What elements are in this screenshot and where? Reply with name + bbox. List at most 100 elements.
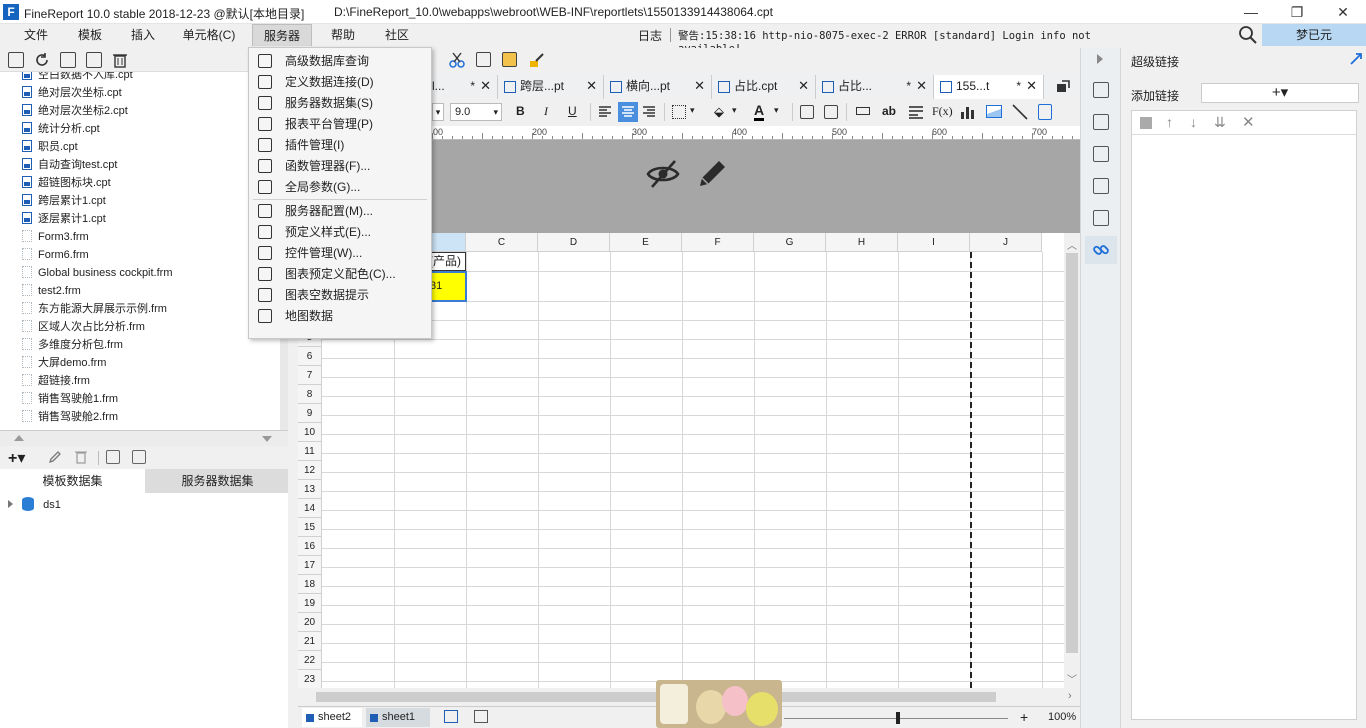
scroll-right-icon[interactable]: › (1068, 690, 1072, 702)
vertical-scroll-thumb[interactable] (1066, 253, 1078, 653)
server-menu-item[interactable]: 图表空数据提示 (249, 285, 431, 306)
server-menu-item[interactable]: 高级数据库查询 (249, 51, 431, 72)
delete-icon[interactable] (112, 52, 128, 68)
align-right-icon[interactable] (642, 105, 656, 119)
server-menu-item[interactable]: 插件管理(I) (249, 135, 431, 156)
row-header[interactable]: 22 (298, 651, 322, 670)
float-element-icon[interactable] (1093, 146, 1109, 162)
file-tree-item[interactable]: Global business cockpit.frm (22, 264, 173, 282)
border-dropdown-icon[interactable]: ▾ (690, 105, 695, 116)
condition-attribute-icon[interactable] (1093, 210, 1109, 226)
text-icon[interactable]: ab (882, 104, 896, 118)
widget-settings-icon[interactable] (1093, 178, 1109, 194)
file-tree-item[interactable]: test2.frm (22, 282, 81, 300)
server-menu-item[interactable]: 图表预定义配色(C)... (249, 264, 431, 285)
row-header[interactable]: 8 (298, 385, 322, 404)
server-menu-item[interactable]: 地图数据 (249, 306, 431, 327)
cell-element-icon[interactable] (1093, 82, 1109, 98)
menu-server[interactable]: 服务器 (252, 24, 312, 46)
column-header[interactable]: E (610, 233, 682, 252)
cut-icon[interactable] (448, 51, 466, 69)
expand-panel-icon[interactable] (1097, 54, 1103, 64)
insert-chart-icon[interactable] (960, 104, 976, 120)
file-tree-item[interactable]: 职员.cpt (22, 138, 78, 156)
add-dataset-button[interactable]: +▾ (8, 448, 25, 468)
minimize-button[interactable]: — (1228, 0, 1274, 24)
sub-report-icon[interactable] (1038, 104, 1052, 120)
row-header[interactable]: 14 (298, 499, 322, 518)
move-up-icon[interactable]: ↑ (1166, 114, 1173, 130)
unmerge-cells-icon[interactable] (824, 105, 838, 119)
row-header[interactable]: 16 (298, 537, 322, 556)
close-tab-icon[interactable]: ✕ (480, 75, 491, 97)
collapse-panel-icon[interactable] (1349, 52, 1363, 66)
scroll-down-icon[interactable]: ﹀ (1067, 671, 1077, 686)
server-menu-item[interactable]: 预定义样式(E)... (249, 222, 431, 243)
edit-pencil-icon[interactable] (696, 156, 730, 190)
menu-file[interactable]: 文件 (14, 24, 58, 46)
close-tab-icon[interactable]: ✕ (798, 75, 809, 97)
vertical-scrollbar[interactable]: ︿ ﹀ (1064, 233, 1080, 688)
dataset-settings-icon[interactable] (132, 450, 146, 464)
tree-splitter[interactable] (0, 430, 290, 446)
file-tree-item[interactable]: 多维度分析包.frm (22, 336, 123, 354)
server-menu-item[interactable]: 控件管理(W)... (249, 243, 431, 264)
paste-icon[interactable] (502, 52, 517, 67)
slash-line-icon[interactable] (1012, 104, 1028, 120)
expand-icon[interactable] (8, 500, 13, 508)
text-field-icon[interactable] (856, 107, 870, 115)
font-size-select[interactable]: 9.0 ▾ (450, 103, 502, 121)
bold-button[interactable]: B (516, 104, 525, 118)
sheet-tab-sheet1[interactable]: sheet1 (366, 708, 430, 727)
file-tree-item[interactable]: 区域人次占比分析.frm (22, 318, 145, 336)
cell-attribute-icon[interactable] (1093, 114, 1109, 130)
fill-dropdown-icon[interactable]: ▾ (732, 105, 737, 116)
close-tab-icon[interactable]: ✕ (916, 75, 927, 97)
column-header[interactable]: C (466, 233, 538, 252)
merge-cells-icon[interactable] (800, 105, 814, 119)
close-tab-icon[interactable]: ✕ (586, 75, 597, 97)
restore-button[interactable]: ❐ (1274, 0, 1320, 24)
server-menu-item[interactable]: 报表平台管理(P) (249, 114, 431, 135)
column-header[interactable]: H (826, 233, 898, 252)
menu-cell[interactable]: 单元格(C) (176, 24, 242, 46)
menu-community[interactable]: 社区 (375, 24, 419, 46)
move-down-icon[interactable]: ↓ (1190, 114, 1197, 130)
row-header[interactable]: 6 (298, 347, 322, 366)
server-menu-item[interactable]: 服务器配置(M)... (249, 201, 431, 222)
file-tree-item[interactable]: Form3.frm (22, 228, 89, 246)
column-header[interactable]: G (754, 233, 826, 252)
dataset-item[interactable]: ds1 (8, 497, 61, 511)
column-header[interactable]: I (898, 233, 970, 252)
scroll-up-icon[interactable]: ︿ (1067, 237, 1077, 252)
font-color-dropdown-icon[interactable]: ▾ (774, 105, 779, 116)
menu-template[interactable]: 模板 (68, 24, 112, 46)
row-header[interactable]: 7 (298, 366, 322, 385)
file-tree-item[interactable]: 东方能源大屏展示示例.frm (22, 300, 167, 318)
row-header[interactable]: 17 (298, 556, 322, 575)
wrap-text-icon[interactable] (908, 105, 924, 119)
column-header[interactable]: F (682, 233, 754, 252)
fill-color-icon[interactable]: ⬙ (714, 104, 724, 120)
row-header[interactable]: 15 (298, 518, 322, 537)
tab-list-icon[interactable] (1056, 80, 1070, 94)
close-tab-icon[interactable]: ✕ (694, 75, 705, 97)
file-tree-item[interactable]: 绝对层次坐标2.cpt (22, 102, 128, 120)
editor-tab[interactable]: 占比.cpt ✕ (712, 75, 816, 99)
hyperlink-tab[interactable] (1085, 236, 1117, 264)
row-header[interactable]: 21 (298, 632, 322, 651)
copy-icon[interactable] (476, 52, 491, 67)
add-link-button[interactable]: +▾ (1201, 83, 1359, 103)
row-header[interactable]: 12 (298, 461, 322, 480)
column-header[interactable]: D (538, 233, 610, 252)
row-header[interactable]: 11 (298, 442, 322, 461)
row-header[interactable]: 20 (298, 613, 322, 632)
server-menu-item[interactable]: 全局参数(G)... (249, 177, 431, 198)
remove-link-icon[interactable]: ✕ (1242, 113, 1255, 131)
row-header[interactable]: 19 (298, 594, 322, 613)
row-header[interactable]: 18 (298, 575, 322, 594)
align-center-button[interactable] (618, 102, 638, 122)
border-icon[interactable] (672, 105, 686, 119)
file-tree-item[interactable]: 销售驾驶舱1.frm (22, 390, 118, 408)
search-icon[interactable] (1238, 25, 1258, 45)
